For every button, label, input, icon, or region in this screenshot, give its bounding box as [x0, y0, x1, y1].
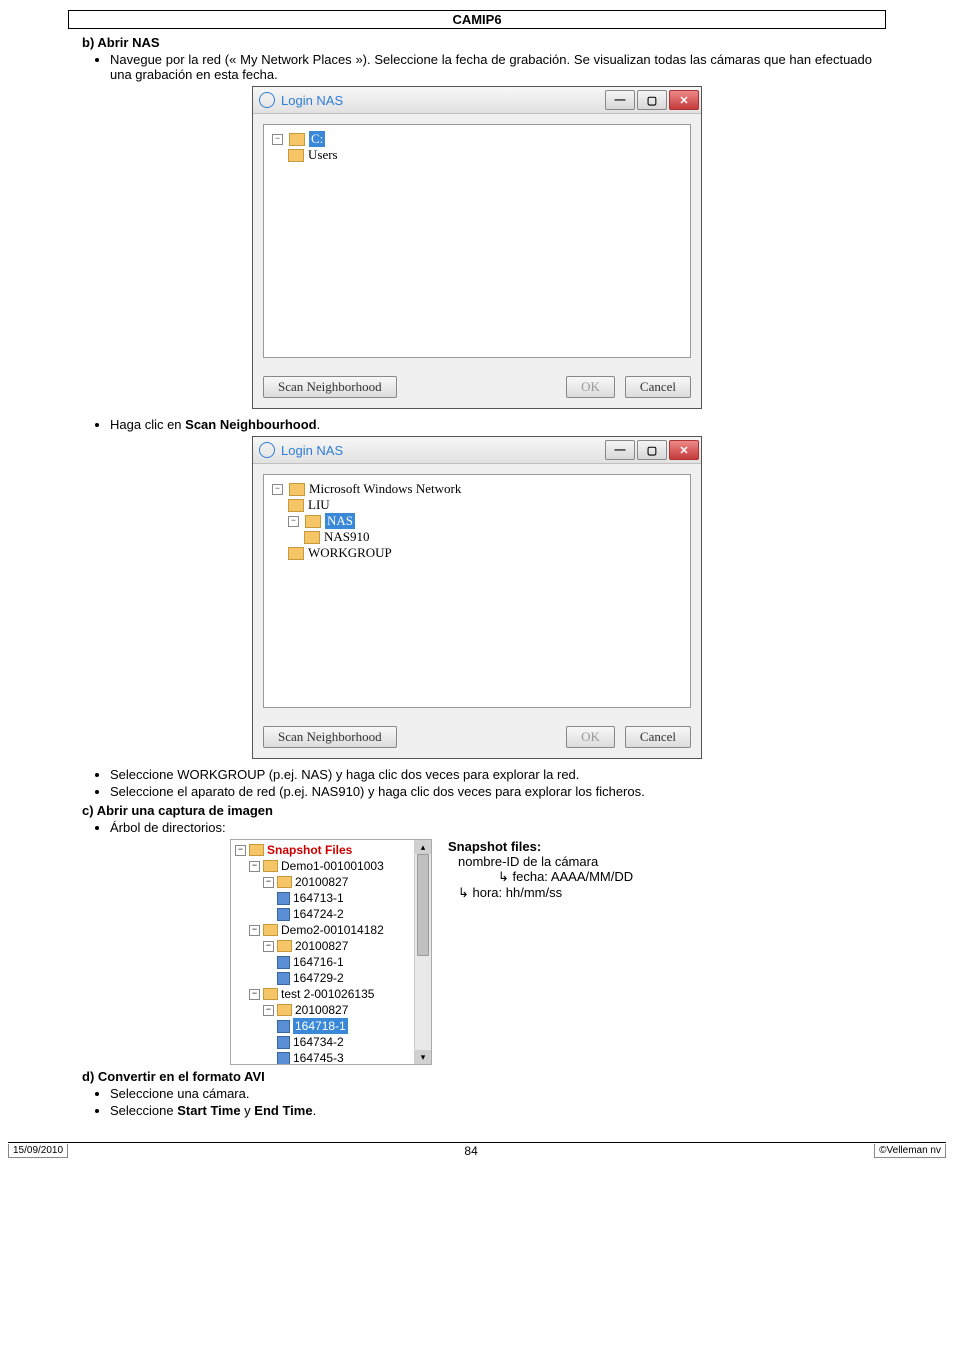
- tree-item-file[interactable]: 164716-1: [293, 954, 344, 970]
- tree-item-file-selected[interactable]: 164718-1: [293, 1018, 348, 1034]
- scroll-down-icon[interactable]: ▾: [415, 1050, 431, 1064]
- section-b-heading: b) Abrir NAS: [82, 35, 894, 50]
- tree-net-root[interactable]: Microsoft Windows Network: [309, 481, 461, 497]
- section-b-bullet-2: Haga clic en Scan Neighbourhood.: [110, 417, 872, 432]
- login-nas-dialog-1: Login NAS — ▢ ✕ − C: Users: [252, 86, 702, 409]
- close-button[interactable]: ✕: [669, 90, 699, 110]
- tree-expander-icon[interactable]: −: [249, 989, 260, 1000]
- tree-item-liu[interactable]: LIU: [308, 497, 330, 513]
- file-icon: [277, 1052, 290, 1065]
- tree-root-snapshot[interactable]: Snapshot Files: [267, 842, 352, 858]
- folder-icon: [288, 547, 304, 560]
- tree-item-date3[interactable]: 20100827: [295, 1002, 348, 1018]
- file-icon: [277, 908, 290, 921]
- ok-button[interactable]: OK: [566, 376, 615, 398]
- folder-icon: [305, 515, 321, 528]
- dialog-title: Login NAS: [281, 443, 605, 458]
- maximize-button[interactable]: ▢: [637, 90, 667, 110]
- scan-neighborhood-button[interactable]: Scan Neighborhood: [263, 726, 397, 748]
- scrollbar[interactable]: ▴ ▾: [414, 840, 431, 1064]
- scroll-up-icon[interactable]: ▴: [415, 840, 431, 854]
- tree-item-file[interactable]: 164729-2: [293, 970, 344, 986]
- section-b-bullet-1: Navegue por la red (« My Network Places …: [110, 52, 872, 82]
- tree-item-cam2[interactable]: Demo2-001014182: [281, 922, 384, 938]
- close-button[interactable]: ✕: [669, 440, 699, 460]
- tree-expander-icon[interactable]: −: [235, 845, 246, 856]
- tree-expander-icon[interactable]: −: [272, 134, 283, 145]
- login-nas-dialog-2: Login NAS — ▢ ✕ − Microsoft Windows Netw…: [252, 436, 702, 759]
- tree-item-file[interactable]: 164724-2: [293, 906, 344, 922]
- scroll-thumb[interactable]: [417, 854, 429, 956]
- section-c-heading: c) Abrir una captura de imagen: [82, 803, 894, 818]
- tree-item-date2[interactable]: 20100827: [295, 938, 348, 954]
- section-c-bullet-1: Árbol de directorios:: [110, 820, 872, 835]
- minimize-button[interactable]: —: [605, 90, 635, 110]
- folder-icon: [277, 940, 292, 952]
- folder-icon: [304, 531, 320, 544]
- tree-expander-icon[interactable]: −: [263, 877, 274, 888]
- legend-line2: ↳ fecha: AAAA/MM/DD: [448, 869, 633, 885]
- legend-line3: ↳ hora: hh/mm/ss: [448, 885, 633, 901]
- tree-item-file[interactable]: 164745-3: [293, 1050, 344, 1064]
- doc-header: CAMIP6: [68, 10, 886, 29]
- tree-expander-icon[interactable]: −: [263, 941, 274, 952]
- nas-tree-panel[interactable]: − C: Users: [263, 124, 691, 358]
- section-d-heading: d) Convertir en el formato AVI: [82, 1069, 894, 1084]
- folder-icon: [263, 988, 278, 1000]
- snapshot-tree[interactable]: −Snapshot Files −Demo1-001001003 −201008…: [230, 839, 432, 1065]
- cancel-button[interactable]: Cancel: [625, 726, 691, 748]
- tree-expander-icon[interactable]: −: [263, 1005, 274, 1016]
- titlebar: Login NAS — ▢ ✕: [253, 437, 701, 464]
- section-b-bullet-4: Seleccione el aparato de red (p.ej. NAS9…: [110, 784, 872, 799]
- tree-item-file[interactable]: 164713-1: [293, 890, 344, 906]
- tree-item-cam3[interactable]: test 2-001026135: [281, 986, 374, 1002]
- tree-expander-icon[interactable]: −: [249, 861, 260, 872]
- dialog-title: Login NAS: [281, 93, 605, 108]
- app-icon: [259, 92, 275, 108]
- ok-button[interactable]: OK: [566, 726, 615, 748]
- section-d-bullet-1: Seleccione una cámara.: [110, 1086, 872, 1101]
- section-d-bullet-2: Seleccione Start Time y End Time.: [110, 1103, 872, 1118]
- file-icon: [277, 956, 290, 969]
- folder-icon: [277, 1004, 292, 1016]
- tree-expander-icon[interactable]: −: [272, 484, 283, 495]
- folder-icon: [289, 483, 305, 496]
- legend-line1: nombre-ID de la cámara: [448, 854, 633, 869]
- tree-item-workgroup[interactable]: WORKGROUP: [308, 545, 392, 561]
- titlebar: Login NAS — ▢ ✕: [253, 87, 701, 114]
- tree-item-file[interactable]: 164734-2: [293, 1034, 344, 1050]
- footer-page: 84: [68, 1144, 874, 1158]
- folder-icon: [263, 924, 278, 936]
- maximize-button[interactable]: ▢: [637, 440, 667, 460]
- footer-date: 15/09/2010: [8, 1144, 68, 1158]
- file-icon: [277, 1020, 290, 1033]
- folder-icon: [249, 844, 264, 856]
- tree-item-date1[interactable]: 20100827: [295, 874, 348, 890]
- folder-icon: [263, 860, 278, 872]
- tree-root-label[interactable]: C:: [309, 131, 325, 147]
- folder-icon: [288, 149, 304, 162]
- folder-icon: [289, 133, 305, 146]
- app-icon: [259, 442, 275, 458]
- tree-item-nas[interactable]: NAS: [325, 513, 355, 529]
- minimize-button[interactable]: —: [605, 440, 635, 460]
- legend-title: Snapshot files:: [448, 839, 633, 854]
- tree-expander-icon[interactable]: −: [288, 516, 299, 527]
- nas-tree-panel[interactable]: − Microsoft Windows Network LIU − NAS: [263, 474, 691, 708]
- folder-icon: [288, 499, 304, 512]
- folder-icon: [277, 876, 292, 888]
- tree-item-nas910[interactable]: NAS910: [324, 529, 370, 545]
- scan-neighborhood-button[interactable]: Scan Neighborhood: [263, 376, 397, 398]
- tree-item-cam1[interactable]: Demo1-001001003: [281, 858, 384, 874]
- section-b-bullet-3: Seleccione WORKGROUP (p.ej. NAS) y haga …: [110, 767, 872, 782]
- tree-item-users[interactable]: Users: [308, 147, 338, 163]
- footer-copyright: ©Velleman nv: [874, 1144, 946, 1158]
- file-icon: [277, 972, 290, 985]
- tree-expander-icon[interactable]: −: [249, 925, 260, 936]
- snapshot-legend: Snapshot files: nombre-ID de la cámara ↳…: [448, 839, 633, 1065]
- file-icon: [277, 892, 290, 905]
- file-icon: [277, 1036, 290, 1049]
- cancel-button[interactable]: Cancel: [625, 376, 691, 398]
